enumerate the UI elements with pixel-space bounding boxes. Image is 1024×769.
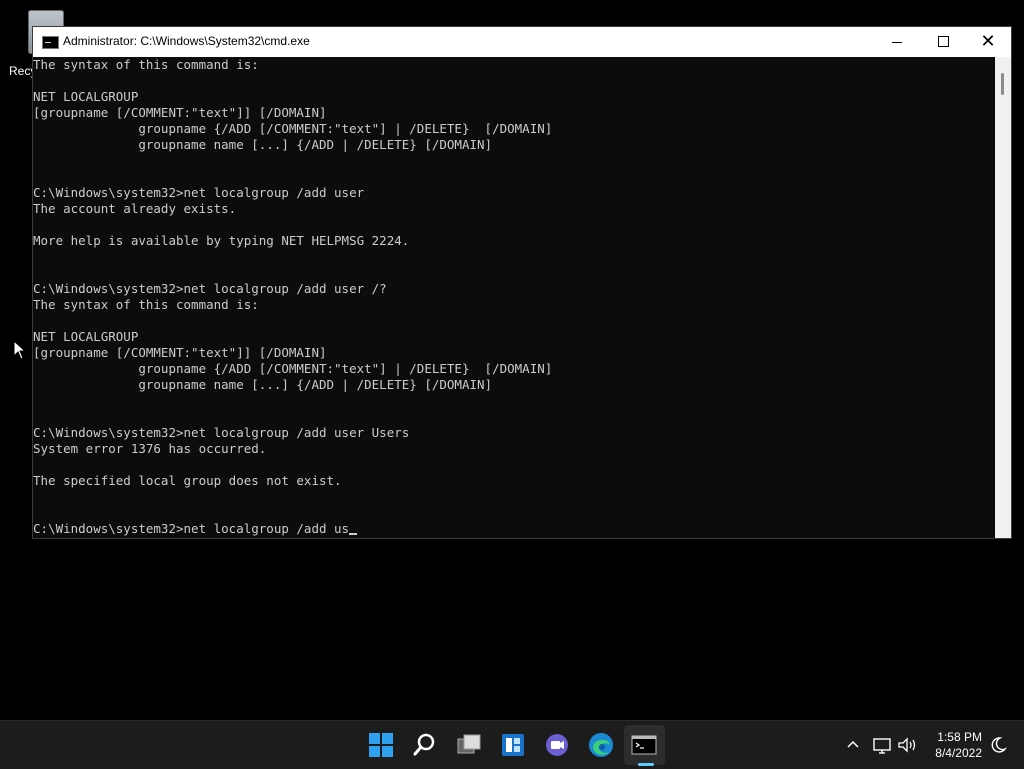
console-line: groupname {/ADD [/COMMENT:"text"] | /DEL… bbox=[33, 121, 553, 136]
console-line: The specified local group does not exist… bbox=[33, 473, 342, 488]
console-line: [groupname [/COMMENT:"text"]] [/DOMAIN] bbox=[33, 105, 327, 120]
maximize-button[interactable] bbox=[920, 27, 966, 57]
show-hidden-icons-chevron-icon[interactable] bbox=[845, 736, 861, 752]
console-line: NET LOCALGROUP bbox=[33, 329, 139, 344]
console-current-input[interactable]: C:\Windows\system32>net localgroup /add … bbox=[33, 521, 349, 536]
search-icon[interactable] bbox=[409, 729, 441, 761]
console-output[interactable]: The syntax of this command is: NET LOCAL… bbox=[33, 57, 995, 538]
close-button[interactable]: ✕ bbox=[965, 27, 1011, 57]
clock-time: 1:58 PM bbox=[937, 730, 982, 744]
console-line: groupname {/ADD [/COMMENT:"text"] | /DEL… bbox=[33, 361, 553, 376]
cmd-app-icon bbox=[42, 36, 59, 49]
console-line: C:\Windows\system32>net localgroup /add … bbox=[33, 185, 365, 200]
maximize-icon bbox=[938, 36, 949, 47]
task-view-icon[interactable] bbox=[453, 729, 485, 761]
console-line: NET LOCALGROUP bbox=[33, 89, 139, 104]
volume-icon[interactable] bbox=[896, 735, 918, 755]
chat-icon[interactable] bbox=[541, 729, 573, 761]
widgets-icon[interactable] bbox=[497, 729, 529, 761]
focus-assist-icon[interactable] bbox=[988, 735, 1008, 755]
console-line: groupname name [...] {/ADD | /DELETE} [/… bbox=[33, 137, 493, 152]
network-icon[interactable] bbox=[872, 735, 894, 755]
mouse-pointer-icon bbox=[13, 340, 27, 360]
console-line: groupname name [...] {/ADD | /DELETE} [/… bbox=[33, 377, 493, 392]
console-text: The syntax of this command is: NET LOCAL… bbox=[33, 57, 995, 537]
console-line: C:\Windows\system32>net localgroup /add … bbox=[33, 425, 410, 440]
scrollbar-thumb[interactable] bbox=[1001, 73, 1004, 95]
console-line: C:\Windows\system32>net localgroup /add … bbox=[33, 281, 387, 296]
windows-start-icon[interactable] bbox=[365, 729, 397, 761]
console-line: The syntax of this command is: bbox=[33, 57, 259, 72]
console-line: [groupname [/COMMENT:"text"]] [/DOMAIN] bbox=[33, 345, 327, 360]
console-line: More help is available by typing NET HEL… bbox=[33, 233, 410, 248]
console-line: The account already exists. bbox=[33, 201, 237, 216]
taskbar-clock[interactable]: 1:58 PM 8/4/2022 bbox=[920, 729, 982, 761]
taskbar: 1:58 PM 8/4/2022 bbox=[0, 720, 1024, 769]
clock-date: 8/4/2022 bbox=[935, 746, 982, 760]
edge-icon[interactable] bbox=[585, 729, 617, 761]
console-line: The syntax of this command is: bbox=[33, 297, 259, 312]
text-cursor bbox=[349, 533, 358, 535]
console-scrollbar[interactable] bbox=[995, 57, 1011, 538]
window-titlebar[interactable]: Administrator: C:\Windows\System32\cmd.e… bbox=[33, 27, 1011, 57]
minimize-button[interactable] bbox=[874, 27, 920, 57]
close-icon: ✕ bbox=[980, 31, 996, 52]
minimize-icon bbox=[892, 42, 902, 43]
command-prompt-icon[interactable] bbox=[628, 729, 660, 761]
window-title: Administrator: C:\Windows\System32\cmd.e… bbox=[63, 34, 310, 48]
active-app-indicator bbox=[638, 763, 654, 766]
cmd-window[interactable]: Administrator: C:\Windows\System32\cmd.e… bbox=[33, 27, 1011, 538]
console-line: System error 1376 has occurred. bbox=[33, 441, 267, 456]
